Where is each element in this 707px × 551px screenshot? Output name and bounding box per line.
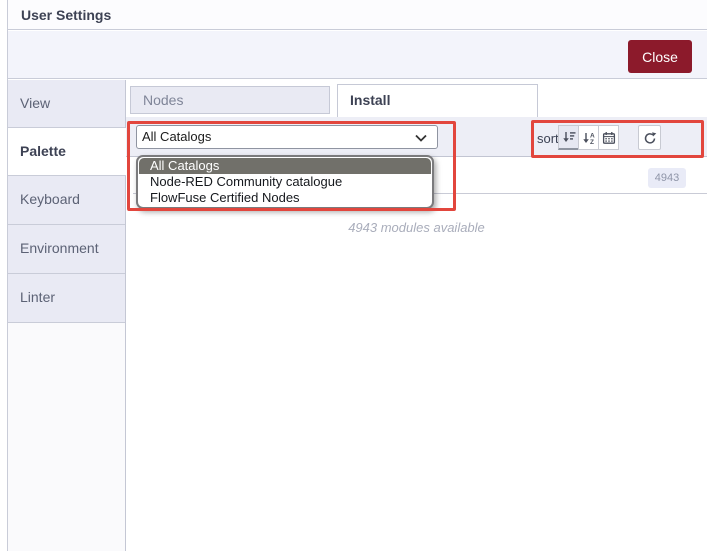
refresh-icon bbox=[643, 131, 657, 145]
svg-text:Z: Z bbox=[590, 139, 594, 145]
sidebar-item-palette[interactable]: Palette bbox=[8, 128, 126, 176]
module-count-badge: 4943 bbox=[648, 168, 686, 188]
chevron-down-icon bbox=[415, 134, 427, 142]
tab-install[interactable]: Install bbox=[337, 84, 538, 117]
sort-date-icon bbox=[602, 131, 616, 145]
sort-alpha-down-icon: A Z bbox=[582, 131, 596, 145]
settings-sidebar: View Palette Keyboard Environment Linter bbox=[8, 80, 126, 551]
user-settings-dialog: User Settings Close View Palette Keyboar… bbox=[0, 0, 707, 551]
dialog-toolbar: Close bbox=[8, 31, 707, 79]
tab-nodes[interactable]: Nodes bbox=[130, 86, 330, 114]
modules-available-status: 4943 modules available bbox=[348, 220, 485, 235]
dialog-header: User Settings bbox=[8, 0, 707, 30]
catalog-select-value: All Catalogs bbox=[142, 129, 212, 144]
dropdown-option-all-catalogs[interactable]: All Catalogs bbox=[139, 158, 431, 174]
sidebar-item-keyboard[interactable]: Keyboard bbox=[8, 176, 125, 225]
sidebar-item-linter[interactable]: Linter bbox=[8, 274, 125, 323]
sort-amount-down-icon bbox=[562, 130, 576, 144]
sort-button-group: A Z bbox=[558, 125, 619, 150]
sort-date-button[interactable] bbox=[598, 125, 619, 150]
sort-relevance-button[interactable] bbox=[558, 125, 579, 150]
refresh-button[interactable] bbox=[638, 125, 661, 150]
close-button[interactable]: Close bbox=[628, 40, 692, 73]
dropdown-option-flowfuse-certified[interactable]: FlowFuse Certified Nodes bbox=[139, 190, 431, 206]
sort-alpha-button[interactable]: A Z bbox=[578, 125, 599, 150]
page-title: User Settings bbox=[21, 7, 112, 23]
palette-panel: Nodes Install 4943 All Catalogs All Cata… bbox=[126, 80, 707, 551]
dropdown-option-nodered-community[interactable]: Node-RED Community catalogue bbox=[139, 174, 431, 190]
sidebar-item-environment[interactable]: Environment bbox=[8, 225, 125, 274]
sidebar-item-view[interactable]: View bbox=[8, 80, 125, 128]
catalog-dropdown-list: All Catalogs Node-RED Community catalogu… bbox=[136, 155, 434, 209]
catalog-select[interactable]: All Catalogs bbox=[136, 125, 438, 149]
